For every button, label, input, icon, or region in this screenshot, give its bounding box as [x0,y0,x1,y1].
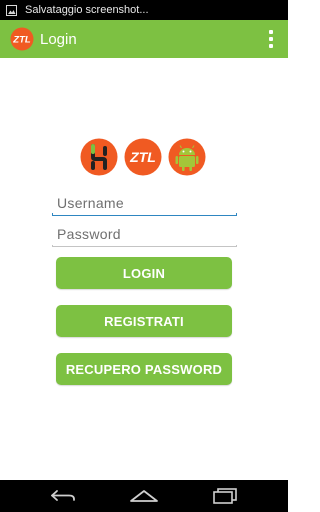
navigation-bar [0,480,288,512]
home-icon[interactable] [128,486,160,506]
page-title: Login [40,30,77,48]
login-content: ZTL LOGIN REGISTRATI RECUPERO PASSWORD [0,58,288,480]
recents-icon[interactable] [209,486,241,506]
ztl-logo-text: ZTL [129,149,156,165]
back-icon[interactable] [47,486,79,506]
password-underline [52,245,237,247]
image-icon [6,4,17,16]
ztl-app-icon: ZTL [10,27,34,51]
username-field[interactable] [52,192,237,216]
h-app-logo [80,138,118,176]
status-bar: Salvataggio screenshot... [0,0,288,20]
username-underline [52,213,237,216]
ztl-logo: ZTL [124,138,162,176]
login-button[interactable]: LOGIN [56,257,232,289]
password-field[interactable] [52,223,237,247]
ztl-app-icon-text: ZTL [12,35,31,46]
status-notification-text: Salvataggio screenshot... [25,4,149,16]
action-bar: ZTL Login [0,20,288,58]
username-input[interactable] [52,192,237,214]
overflow-menu-icon[interactable] [268,30,274,48]
password-input[interactable] [52,223,237,245]
recover-password-button[interactable]: RECUPERO PASSWORD [56,353,232,385]
android-logo [168,138,206,176]
logo-row: ZTL [80,138,206,176]
register-button[interactable]: REGISTRATI [56,305,232,337]
